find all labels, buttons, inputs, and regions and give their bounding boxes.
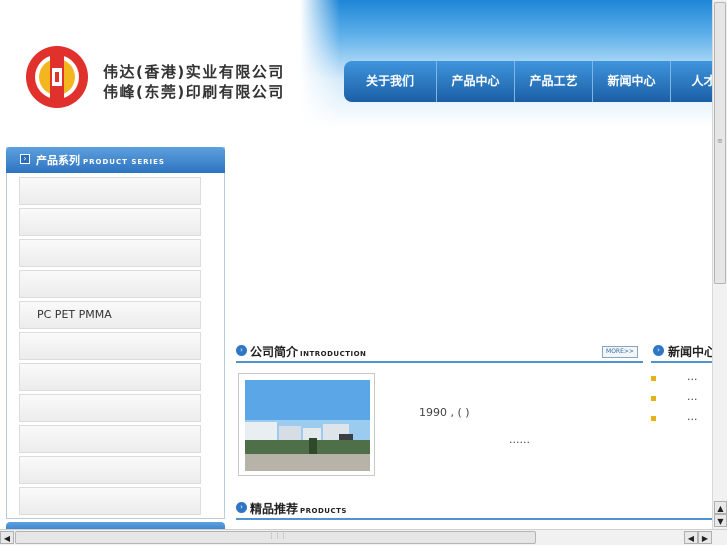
news-list-item[interactable]: ... [651,410,711,427]
intro-text-line2: ...... [509,433,530,446]
arrow-right-icon: › [236,502,247,513]
horizontal-scroll-thumb[interactable]: ⋮⋮⋮ [15,531,536,544]
product-series-header: › 产品系列 PRODUCT SERIES [6,147,225,173]
news-list-item[interactable]: ... [651,390,711,407]
category-item[interactable] [19,456,201,484]
intro-title: 公司简介 INTRODUCTION [250,343,366,360]
intro-title-cn: 公司简介 [250,345,299,359]
arrow-right-icon: › [20,154,30,164]
scroll-down-arrow-icon[interactable]: ▼ [714,514,727,527]
scroll-right-arrow-icon[interactable]: ▶ [698,531,712,544]
category-item[interactable] [19,332,201,360]
product-series-title-cn: 产品系列 [36,154,80,167]
products-title: 精品推荐 PRODUCTS [250,500,347,517]
company-photo [238,373,375,476]
nav-item-process[interactable]: 产品工艺 [514,61,592,102]
company-logo-icon [26,46,88,108]
category-item[interactable] [19,208,201,236]
news-item-text[interactable]: ... [687,410,698,423]
grip-icon: ≡ [717,137,723,145]
scroll-left-arrow-icon[interactable]: ◀ [0,531,14,544]
more-button[interactable]: MORE>> [602,346,638,358]
bullet-icon [651,396,656,401]
news-item-text[interactable]: ... [687,390,698,403]
company-name-hk: 伟达(香港)实业有限公司 [103,63,285,81]
news-list-item[interactable]: ... [651,370,711,387]
category-item[interactable] [19,239,201,267]
products-section-header: › 精品推荐 PRODUCTS [236,500,712,520]
arrow-right-icon: › [236,345,247,356]
factory-image [245,380,370,471]
category-item[interactable] [19,177,201,205]
intro-text-line1: 1990 , ( ) [419,406,470,419]
bullet-icon [651,376,656,381]
intro-title-en: INTRODUCTION [300,350,367,358]
horizontal-scrollbar[interactable]: ◀ ⋮⋮⋮ ◀ ▶ [0,529,727,545]
category-item[interactable] [19,363,201,391]
category-item[interactable] [19,487,201,515]
product-series-title-en: PRODUCT SERIES [83,158,165,166]
product-series-title: 产品系列 PRODUCT SERIES [36,152,165,168]
nav-item-about[interactable]: 关于我们 [344,61,436,102]
main-nav: 关于我们 产品中心 产品工艺 新闻中心 人才招 [344,61,712,102]
news-title: 新闻中心 [668,345,712,359]
scroll-left-arrow-icon[interactable]: ◀ [684,531,698,544]
bullet-icon [651,416,656,421]
category-item-pc-pet-pmma[interactable]: PC PET PMMA [19,301,201,329]
products-title-en: PRODUCTS [300,507,347,515]
products-title-cn: 精品推荐 [250,502,299,516]
vertical-scrollbar[interactable]: ≡ ▲ ▼ [712,0,727,529]
header-banner: 伟达(香港)实业有限公司 伟峰(东莞)印刷有限公司 关于我们 产品中心 产品工艺… [0,0,712,128]
category-item[interactable] [19,425,201,453]
scroll-up-arrow-icon[interactable]: ▲ [714,501,727,514]
nav-item-products[interactable]: 产品中心 [436,61,514,102]
nav-item-news[interactable]: 新闻中心 [592,61,670,102]
nav-item-careers[interactable]: 人才招 [670,61,712,102]
category-item[interactable] [19,394,201,422]
news-item-text[interactable]: ... [687,370,698,383]
intro-section-header: › 公司简介 INTRODUCTION [236,343,643,363]
vertical-scroll-thumb[interactable]: ≡ [714,2,726,284]
category-item[interactable] [19,270,201,298]
arrow-right-icon: › [653,345,664,356]
news-section-header: › 新闻中心 [651,343,712,363]
grip-icon: ⋮⋮⋮ [268,532,287,540]
company-name-dg: 伟峰(东莞)印刷有限公司 [103,83,285,101]
